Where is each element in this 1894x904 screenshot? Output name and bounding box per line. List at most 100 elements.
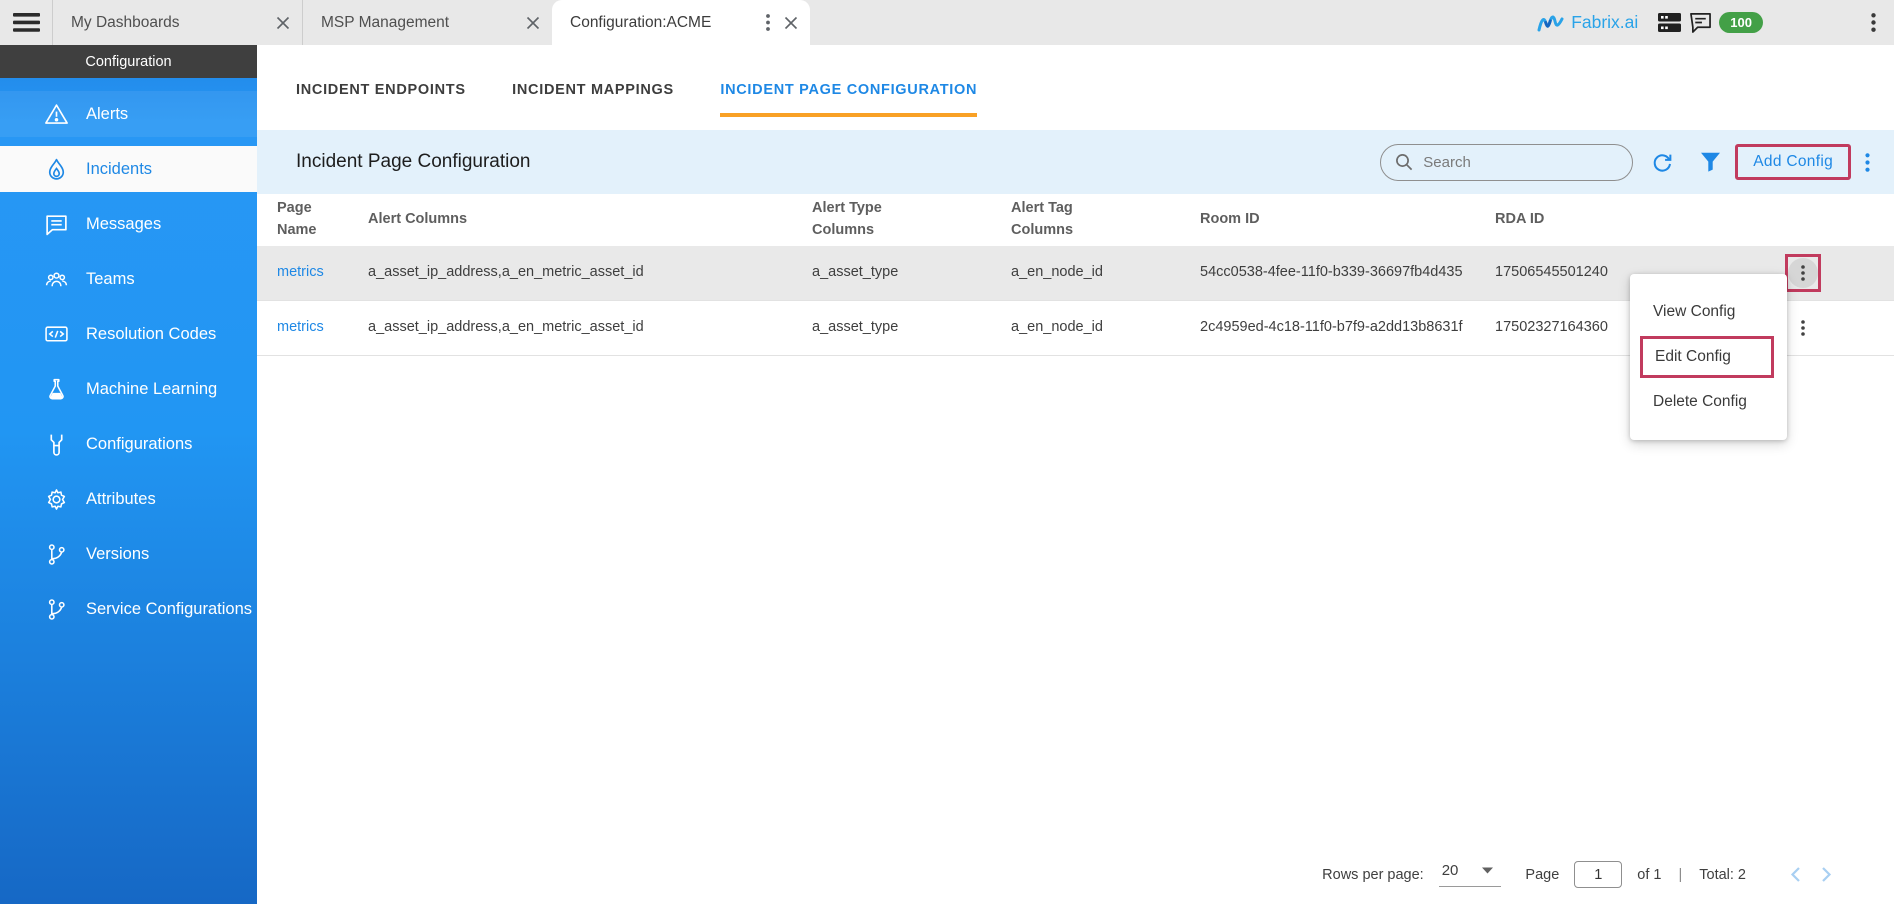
topbar-right-group: Fabrix.ai 100	[1537, 0, 1894, 45]
toolbar-kebab-icon[interactable]	[1865, 153, 1870, 172]
rows-per-page-label: Rows per page:	[1322, 867, 1424, 883]
people-icon	[43, 266, 69, 292]
pagination-bar: Rows per page: 20 Page of 1 | Total: 2	[1322, 861, 1832, 888]
menu-item-edit-config[interactable]: Edit Config	[1640, 336, 1774, 378]
hamburger-menu-button[interactable]	[0, 0, 52, 45]
fabrix-logo: Fabrix.ai	[1537, 12, 1650, 33]
tab-incident-page-configuration[interactable]: INCIDENT PAGE CONFIGURATION	[720, 82, 977, 117]
code-screen-icon	[43, 321, 69, 347]
chevron-down-icon	[1482, 867, 1493, 874]
sidebar-item-label: Machine Learning	[86, 380, 217, 399]
sidebar-item-label: Versions	[86, 545, 149, 564]
sidebar-item-attributes[interactable]: Attributes	[0, 476, 257, 522]
alert-tag-columns-cell: a_en_node_id	[1011, 254, 1200, 292]
search-input[interactable]	[1423, 154, 1608, 171]
alert-columns-cell: a_asset_ip_address,a_en_metric_asset_id	[368, 254, 812, 292]
close-icon[interactable]	[784, 16, 798, 30]
message-icon	[43, 211, 69, 237]
sidebar-item-teams[interactable]: Teams	[0, 256, 257, 302]
table-header-row: Page Name Alert Columns Alert Type Colum…	[257, 194, 1894, 246]
close-icon[interactable]	[526, 16, 540, 30]
fabrix-logo-icon	[1537, 13, 1564, 33]
sidebar: Configuration Alerts Incidents Messages	[0, 45, 257, 904]
column-header-page-name: Page Name	[277, 198, 348, 242]
tab-label: Configuration:ACME	[570, 14, 762, 32]
row-context-menu: View Config Edit Config Delete Config	[1630, 274, 1787, 440]
page-name-link[interactable]: metrics	[277, 319, 324, 335]
tab-label: My Dashboards	[71, 14, 266, 32]
filter-icon[interactable]	[1700, 152, 1721, 172]
page-name-link[interactable]: metrics	[277, 264, 324, 280]
menu-item-view-config[interactable]: View Config	[1630, 288, 1787, 336]
hamburger-icon	[13, 12, 40, 33]
alert-type-columns-cell: a_asset_type	[812, 254, 1011, 292]
sidebar-item-label: Alerts	[86, 105, 128, 124]
sidebar-item-incidents[interactable]: Incidents	[0, 146, 257, 192]
tab-options-kebab-icon[interactable]	[766, 14, 770, 31]
row-actions-kebab-icon[interactable]	[1785, 309, 1821, 347]
column-header-room-id: Room ID	[1200, 209, 1495, 231]
page-label: Page	[1525, 867, 1559, 883]
chevron-left-icon[interactable]	[1790, 866, 1801, 883]
browser-tab-my-dashboards[interactable]: My Dashboards	[52, 0, 302, 45]
table-toolbar: Incident Page Configuration Add Config	[257, 130, 1894, 194]
tab-label: MSP Management	[321, 14, 516, 32]
rows-per-page-select[interactable]: 20	[1439, 862, 1502, 887]
tab-incident-mappings[interactable]: INCIDENT MAPPINGS	[512, 82, 674, 117]
room-id-cell: 2c4959ed-4c18-11f0-b7f9-a2dd13b8631f	[1200, 309, 1495, 347]
menu-item-delete-config[interactable]: Delete Config	[1630, 378, 1787, 426]
sidebar-item-label: Service Configurations	[86, 600, 252, 619]
gear-icon	[43, 486, 69, 512]
topbar-kebab-icon[interactable]	[1871, 13, 1876, 32]
sidebar-item-versions[interactable]: Versions	[0, 531, 257, 577]
page-of-label: of 1	[1637, 867, 1661, 883]
sidebar-item-resolution-codes[interactable]: Resolution Codes	[0, 311, 257, 357]
alert-columns-cell: a_asset_ip_address,a_en_metric_asset_id	[368, 309, 812, 347]
sidebar-item-label: Configurations	[86, 435, 192, 454]
flask-icon	[43, 376, 69, 402]
sidebar-item-machine-learning[interactable]: Machine Learning	[0, 366, 257, 412]
page-number-input[interactable]	[1574, 861, 1622, 888]
column-header-alert-type-columns: Alert Type Columns	[812, 198, 908, 242]
row-actions-kebab-icon[interactable]	[1788, 258, 1818, 288]
flame-icon	[43, 156, 69, 182]
sidebar-item-alerts[interactable]: Alerts	[0, 91, 257, 137]
column-header-alert-columns: Alert Columns	[368, 209, 812, 231]
column-header-alert-tag-columns: Alert Tag Columns	[1011, 198, 1107, 242]
browser-tab-configuration-acme[interactable]: Configuration:ACME	[552, 0, 810, 45]
brand-name: Fabrix.ai	[1571, 12, 1638, 33]
git-branch-icon	[43, 541, 69, 567]
search-box[interactable]	[1380, 144, 1633, 181]
alert-tag-columns-cell: a_en_node_id	[1011, 309, 1200, 347]
page-title: Incident Page Configuration	[296, 151, 531, 173]
sidebar-item-label: Messages	[86, 215, 161, 234]
incident-tabs: INCIDENT ENDPOINTS INCIDENT MAPPINGS INC…	[257, 45, 1894, 117]
sidebar-item-label: Incidents	[86, 160, 152, 179]
sidebar-item-service-configurations[interactable]: Service Configurations	[0, 586, 257, 632]
add-config-highlight-box: Add Config	[1735, 144, 1851, 180]
chat-icon[interactable]	[1689, 12, 1712, 33]
refresh-icon[interactable]	[1651, 151, 1674, 174]
browser-tab-msp-management[interactable]: MSP Management	[302, 0, 552, 45]
chevron-right-icon[interactable]	[1821, 866, 1832, 883]
alert-triangle-icon	[43, 101, 69, 127]
main-content: INCIDENT ENDPOINTS INCIDENT MAPPINGS INC…	[257, 45, 1894, 904]
rows-per-page-value: 20	[1442, 862, 1459, 879]
room-id-cell: 54cc0538-4fee-11f0-b339-36697fb4d435	[1200, 254, 1495, 292]
wrench-icon	[43, 431, 69, 457]
sidebar-menu: Alerts Incidents Messages Teams	[0, 78, 257, 632]
sidebar-item-configurations[interactable]: Configurations	[0, 421, 257, 467]
sidebar-item-label: Resolution Codes	[86, 325, 216, 344]
sidebar-item-label: Attributes	[86, 490, 156, 509]
git-branch-icon	[43, 596, 69, 622]
add-config-button[interactable]: Add Config	[1753, 153, 1833, 170]
sidebar-item-label: Teams	[86, 270, 135, 289]
alert-type-columns-cell: a_asset_type	[812, 309, 1011, 347]
sidebar-header: Configuration	[0, 45, 257, 78]
sidebar-item-messages[interactable]: Messages	[0, 201, 257, 247]
close-icon[interactable]	[276, 16, 290, 30]
search-icon	[1395, 153, 1413, 171]
server-list-icon[interactable]	[1658, 12, 1681, 33]
pagination-separator: |	[1678, 867, 1682, 883]
tab-incident-endpoints[interactable]: INCIDENT ENDPOINTS	[296, 82, 466, 117]
